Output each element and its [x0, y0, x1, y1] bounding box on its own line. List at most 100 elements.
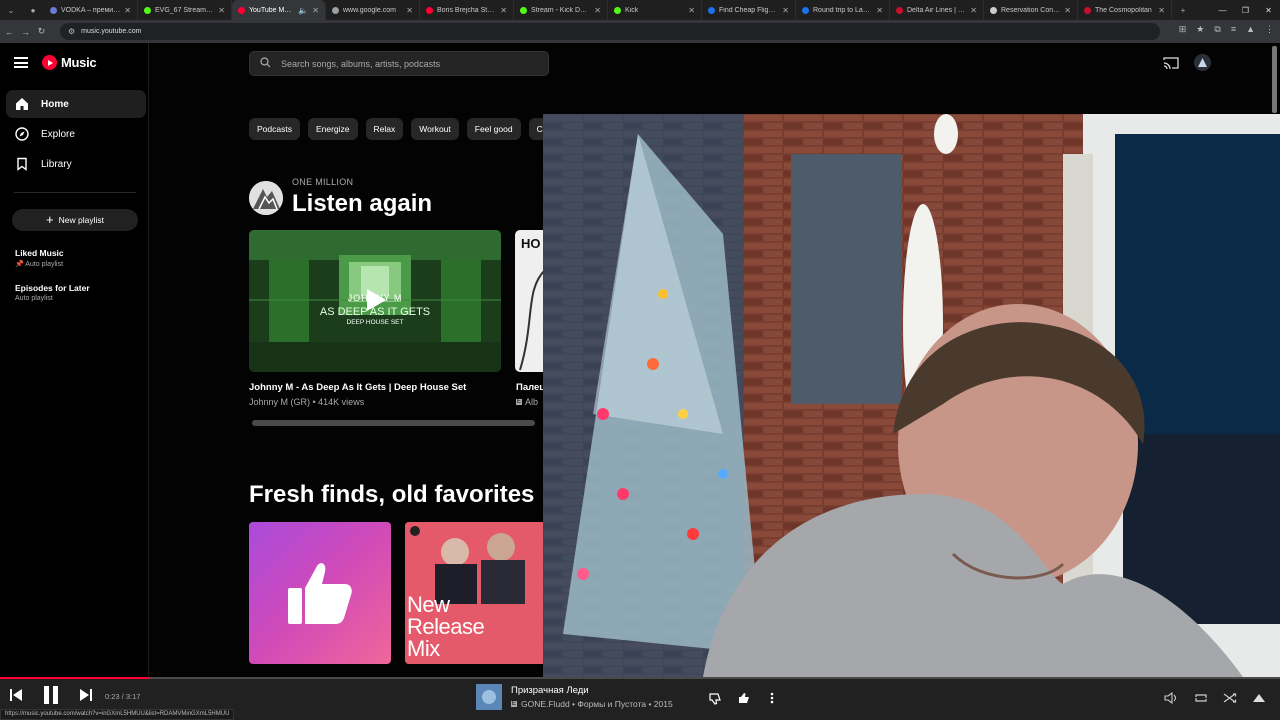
close-tab-icon[interactable]: ✕: [218, 6, 225, 15]
new-playlist-button[interactable]: + New playlist: [12, 209, 138, 231]
browser-tab[interactable]: www.google.com ✕: [326, 0, 420, 20]
album-card-subtitle[interactable]: Johnny M (GR) • 414K views: [249, 397, 364, 407]
tab-group-icon[interactable]: ●: [22, 0, 44, 20]
back-icon[interactable]: ←: [3, 27, 16, 37]
bookmark-star-icon[interactable]: ★: [1196, 24, 1204, 35]
playback-progress[interactable]: [0, 677, 1280, 679]
close-tab-icon[interactable]: ✕: [1158, 6, 1165, 15]
sidebar-playlist-liked[interactable]: Liked Music 📌 Auto playlist: [15, 248, 64, 268]
liked-music-tile[interactable]: [249, 522, 391, 664]
new-release-mix-tile[interactable]: New Release Mix: [405, 522, 545, 664]
speaker-icon[interactable]: 🔈: [298, 6, 308, 15]
thumbs-up-icon: [288, 563, 352, 624]
now-playing-info: Призрачная Леди E GONE.Fludd • Формы и П…: [511, 685, 673, 709]
sidebar-item-home[interactable]: Home: [6, 90, 146, 118]
play-icon[interactable]: [365, 288, 387, 317]
close-tab-icon[interactable]: ✕: [876, 6, 883, 15]
cast-icon[interactable]: [1163, 56, 1179, 70]
ytmusic-logo[interactable]: Music: [42, 55, 97, 70]
pause-icon[interactable]: [41, 685, 61, 705]
window-controls: — ❐ ✕: [1211, 0, 1280, 20]
sidebar-item-explore[interactable]: Explore: [6, 120, 146, 148]
more-options-icon[interactable]: [764, 690, 780, 706]
browser-tab[interactable]: Delta Air Lines | Fligh ✕: [890, 0, 984, 20]
playback-time: 0:23 / 3:17: [105, 692, 141, 701]
track-thumbnail[interactable]: [476, 684, 502, 710]
thumbs-down-icon[interactable]: [707, 690, 723, 706]
browser-tab[interactable]: VODKA – премиум ст ✕: [44, 0, 138, 20]
expand-player-icon[interactable]: [1251, 690, 1267, 706]
tab-favicon-icon: [708, 6, 715, 14]
tab-favicon-icon: [238, 6, 245, 14]
pin-icon: 📌: [15, 261, 24, 268]
close-tab-icon[interactable]: ✕: [500, 6, 507, 15]
chip-energize[interactable]: Energize: [307, 118, 358, 140]
album-card-2-subtitle[interactable]: E Alb: [516, 397, 538, 407]
chip-podcasts[interactable]: Podcasts: [249, 118, 300, 140]
home-icon: [15, 97, 29, 111]
close-tab-icon[interactable]: ✕: [124, 6, 131, 15]
album-card-thumbnail[interactable]: JOHNNY M AS DEEP AS IT GETS DEEP HOUSE S…: [249, 230, 501, 372]
maximize-icon[interactable]: ❐: [1234, 6, 1257, 15]
ytmusic-logo-icon: [42, 55, 57, 70]
minimize-icon[interactable]: —: [1211, 6, 1234, 15]
browser-tab[interactable]: Stream - Kick Dashbo ✕: [514, 0, 608, 20]
tab-favicon-icon: [1084, 6, 1091, 14]
close-tab-icon[interactable]: ✕: [406, 6, 413, 15]
close-tab-icon[interactable]: ✕: [782, 6, 789, 15]
album-card-title[interactable]: Johnny M - As Deep As It Gets | Deep Hou…: [249, 382, 466, 393]
browser-tab[interactable]: Kick ✕: [608, 0, 702, 20]
carousel-scrollbar[interactable]: [252, 420, 535, 426]
browser-tab[interactable]: Find Cheap Flights fro ✕: [702, 0, 796, 20]
close-tab-icon[interactable]: ✕: [688, 6, 695, 15]
sidebar-item-library[interactable]: Library: [6, 150, 146, 178]
shuffle-icon[interactable]: [1222, 690, 1238, 706]
new-tab-icon[interactable]: +: [1172, 0, 1194, 20]
sidebar-divider: [14, 192, 136, 193]
profile-icon[interactable]: ▲: [1246, 24, 1255, 35]
browser-tab[interactable]: Boris Brejcha Style M ✕: [420, 0, 514, 20]
hamburger-menu-icon[interactable]: [14, 57, 28, 68]
site-info-icon[interactable]: ⚙: [68, 27, 75, 36]
tab-search-icon[interactable]: ⌄: [0, 0, 22, 20]
track-artist[interactable]: GONE.Fludd • Формы и Пустота • 2015: [521, 699, 673, 709]
album-card-2-title[interactable]: Палец: [516, 382, 545, 393]
close-tab-icon[interactable]: ✕: [594, 6, 601, 15]
forward-icon[interactable]: →: [19, 27, 32, 37]
search-icon: [260, 57, 271, 70]
chip-workout[interactable]: Workout: [411, 118, 459, 140]
listen-again-header: ONE MILLION Listen again: [249, 177, 432, 218]
volume-icon[interactable]: [1163, 690, 1179, 706]
browser-tab[interactable]: Reservation Confirme ✕: [984, 0, 1078, 20]
browser-tab[interactable]: Round trip to Las Veg ✕: [796, 0, 890, 20]
browser-tab[interactable]: EVG_67 Stream - Watc ✕: [138, 0, 232, 20]
menu-icon[interactable]: ⋮: [1265, 24, 1274, 35]
compass-icon: [15, 127, 29, 141]
chip-feel-good[interactable]: Feel good: [466, 118, 521, 140]
reload-icon[interactable]: ↻: [35, 26, 48, 37]
sidebar-playlist-episodes[interactable]: Episodes for Later Auto playlist: [15, 283, 90, 302]
extensions-icon[interactable]: ⧉: [1214, 24, 1220, 35]
close-window-icon[interactable]: ✕: [1257, 6, 1280, 15]
page-scrollbar[interactable]: [1272, 46, 1277, 113]
close-tab-icon[interactable]: ✕: [1064, 6, 1071, 15]
tab-favicon-icon: [896, 6, 903, 14]
account-avatar[interactable]: [1194, 54, 1211, 71]
user-avatar[interactable]: [249, 180, 283, 215]
chip-relax[interactable]: Relax: [365, 118, 404, 140]
search-input[interactable]: Search songs, albums, artists, podcasts: [249, 51, 549, 76]
address-bar[interactable]: ⚙ music.youtube.com: [60, 23, 1160, 40]
track-title[interactable]: Призрачная Леди: [511, 685, 673, 696]
thumbs-up-icon[interactable]: [736, 690, 752, 706]
tab-favicon-icon: [990, 6, 997, 14]
close-tab-icon[interactable]: ✕: [970, 6, 977, 15]
close-tab-icon[interactable]: ✕: [312, 6, 319, 15]
browser-tab-active[interactable]: YouTube Music 🔈 ✕: [232, 0, 326, 20]
install-app-icon[interactable]: ⊞: [1179, 24, 1187, 35]
explicit-icon: E: [511, 701, 518, 707]
repeat-icon[interactable]: [1193, 690, 1209, 706]
previous-track-icon[interactable]: [9, 687, 23, 703]
browser-tab[interactable]: The Cosmopolitan ✕: [1078, 0, 1172, 20]
next-track-icon[interactable]: [79, 687, 93, 703]
reading-list-icon[interactable]: ≡: [1231, 24, 1236, 35]
